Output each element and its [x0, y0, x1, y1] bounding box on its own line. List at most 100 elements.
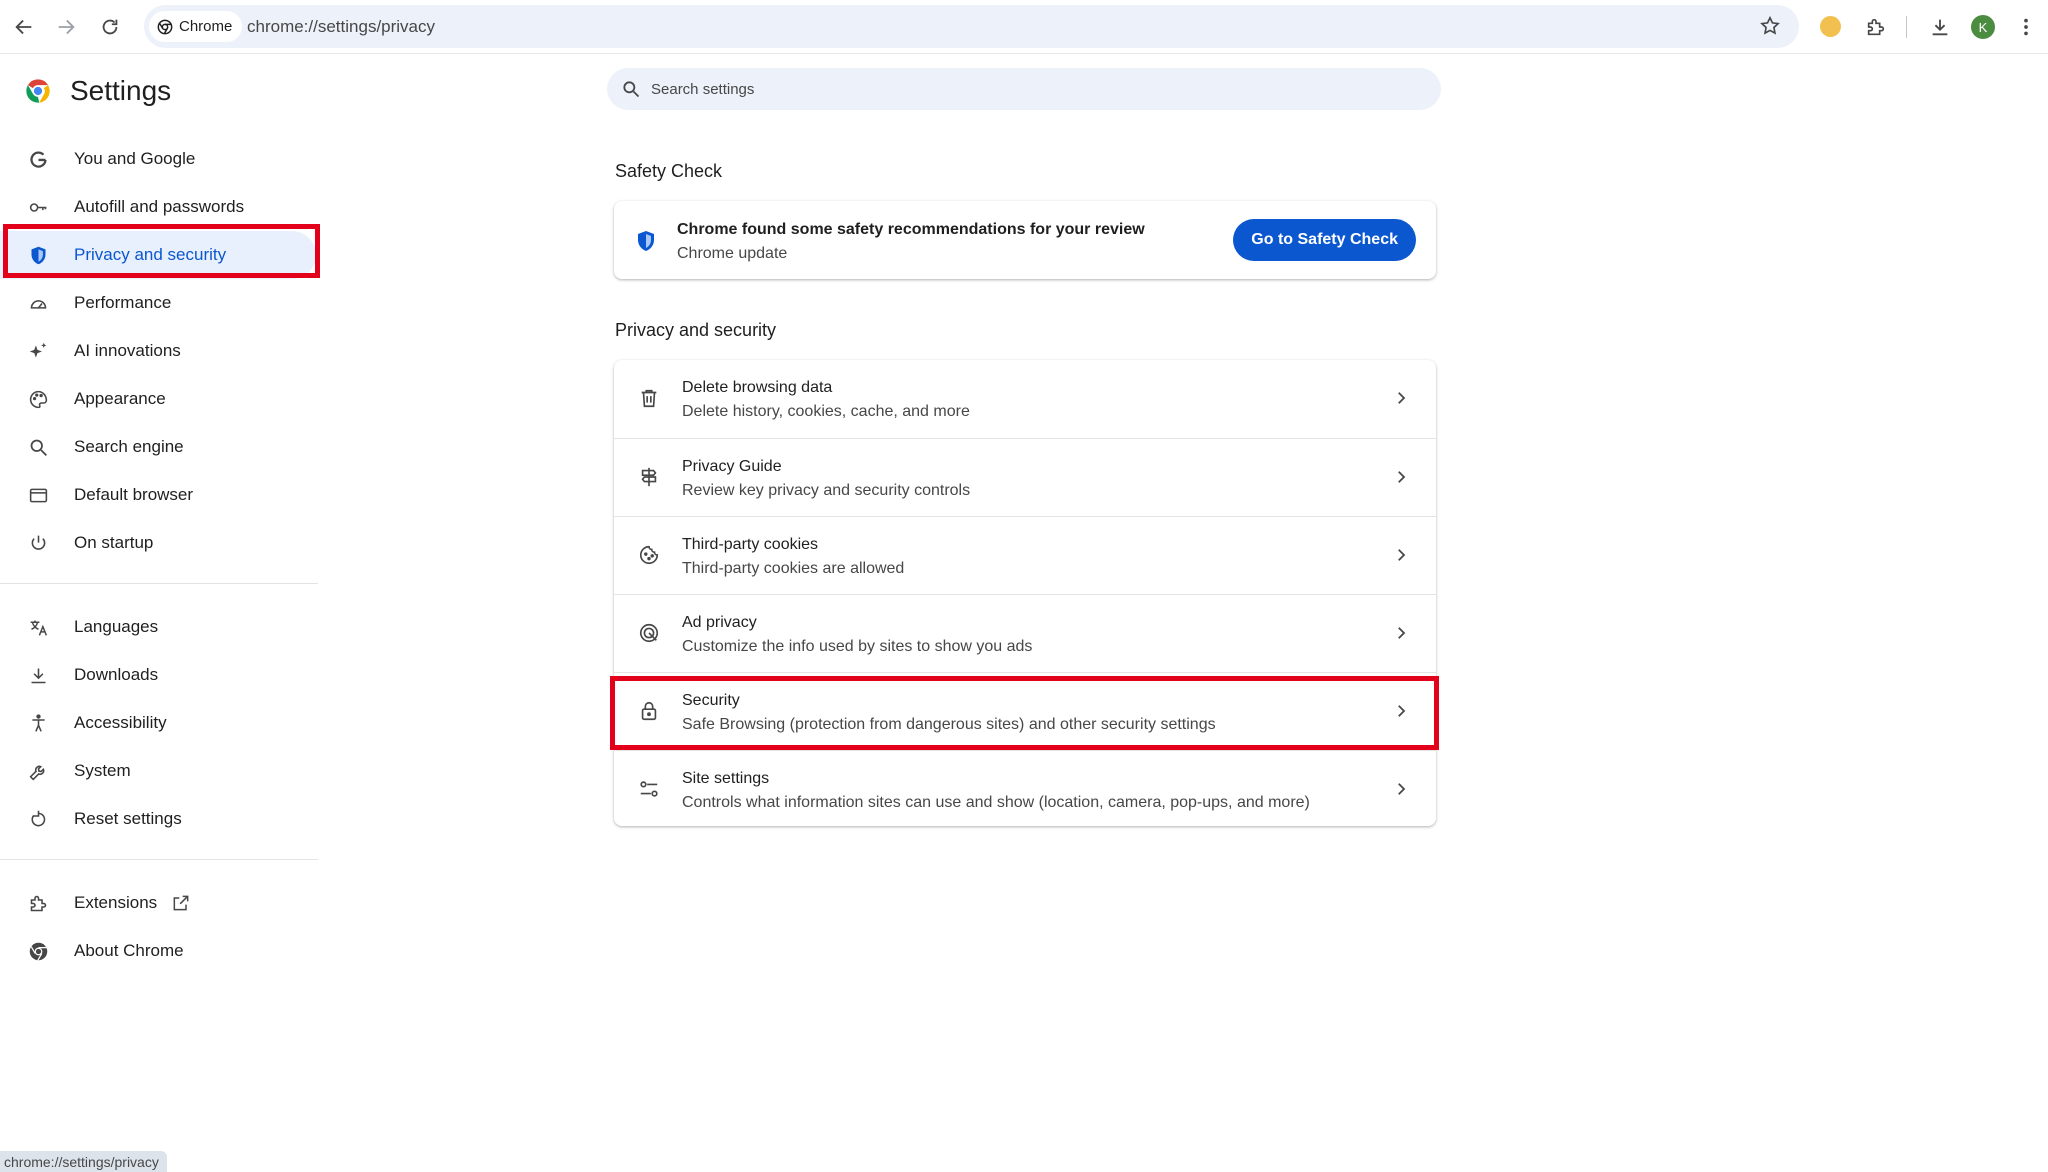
- tune-icon: [638, 778, 660, 800]
- profile-avatar[interactable]: K: [1971, 15, 1995, 39]
- sidebar-item-label: Search engine: [74, 437, 184, 456]
- safety-shield-icon: [638, 231, 654, 251]
- wrench-icon: [26, 759, 50, 783]
- sidebar-item-reset-settings[interactable]: Reset settings: [0, 795, 320, 843]
- signpost-icon: [638, 466, 660, 488]
- row-subtitle: Customize the info used by sites to show…: [682, 638, 1033, 655]
- sidebar-item-ai-innovations[interactable]: AI innovations: [0, 327, 320, 375]
- chevron-right-icon: [1398, 471, 1406, 483]
- row-third-party-cookies[interactable]: Third-party cookies Third-party cookies …: [614, 516, 1436, 594]
- reset-icon: [26, 807, 50, 831]
- row-title: Delete browsing data: [682, 379, 833, 396]
- url-text[interactable]: chrome://settings/privacy: [247, 17, 435, 37]
- sidebar-item-label: Languages: [74, 617, 159, 636]
- chevron-right-icon: [1398, 392, 1406, 404]
- extension-icon[interactable]: [1820, 16, 1841, 37]
- sidebar-item-search-engine[interactable]: Search engine: [0, 423, 320, 471]
- menu-kebab-icon[interactable]: [2012, 13, 2040, 41]
- row-title: Ad privacy: [682, 614, 757, 631]
- sidebar-item-label: Appearance: [74, 389, 166, 408]
- sidebar-divider: [0, 859, 318, 860]
- site-info-chip[interactable]: Chrome: [149, 11, 243, 42]
- reload-icon[interactable]: [96, 13, 124, 41]
- safety-check-title: Chrome found some safety recommendations…: [677, 221, 1145, 238]
- row-privacy-guide[interactable]: Privacy Guide Review key privacy and sec…: [614, 438, 1436, 516]
- chrome-logo-icon: [26, 79, 50, 103]
- status-bar-url: chrome://settings/privacy: [0, 1151, 167, 1172]
- search-icon: [623, 81, 640, 98]
- row-title: Security: [682, 692, 740, 709]
- row-security[interactable]: Security Safe Browsing (protection from …: [614, 672, 1436, 750]
- row-subtitle: Delete history, cookies, cache, and more: [682, 403, 970, 420]
- sidebar-item-autofill[interactable]: Autofill and passwords: [0, 183, 320, 231]
- privacy-security-card: Delete browsing data Delete history, coo…: [614, 360, 1436, 826]
- sidebar-item-system[interactable]: System: [0, 747, 320, 795]
- google-g-icon: [26, 147, 50, 171]
- settings-sidebar: You and Google Autofill and passwords Pr…: [0, 135, 320, 975]
- toolbar-divider: [1906, 16, 1907, 38]
- row-subtitle: Third-party cookies are allowed: [682, 560, 905, 577]
- accessibility-icon: [26, 711, 50, 735]
- row-site-settings[interactable]: Site settings Controls what information …: [614, 750, 1436, 828]
- address-bar[interactable]: Chrome chrome://settings/privacy: [144, 5, 1799, 48]
- row-ad-privacy[interactable]: Ad privacy Customize the info used by si…: [614, 594, 1436, 672]
- sidebar-item-default-browser[interactable]: Default browser: [0, 471, 320, 519]
- palette-icon: [26, 387, 50, 411]
- trash-icon: [638, 387, 660, 409]
- sidebar-item-appearance[interactable]: Appearance: [0, 375, 320, 423]
- settings-brand: Settings: [24, 75, 171, 107]
- sidebar-item-performance[interactable]: Performance: [0, 279, 320, 327]
- search-input[interactable]: [651, 80, 1411, 98]
- sidebar-item-you-and-google[interactable]: You and Google: [0, 135, 320, 183]
- sidebar-item-label: Downloads: [74, 665, 159, 684]
- sidebar-item-label: Privacy and security: [74, 245, 227, 264]
- safety-check-card: Chrome found some safety recommendations…: [614, 201, 1436, 279]
- row-subtitle: Controls what information sites can use …: [682, 794, 1310, 811]
- row-title: Third-party cookies: [682, 536, 819, 553]
- sidebar-item-label: Reset settings: [74, 809, 182, 828]
- downloads-icon[interactable]: [1926, 13, 1954, 41]
- page-title: Settings: [70, 75, 172, 106]
- sidebar-item-label: On startup: [74, 533, 154, 552]
- sidebar-item-downloads[interactable]: Downloads: [0, 651, 320, 699]
- sidebar-item-languages[interactable]: Languages: [0, 603, 320, 651]
- row-subtitle: Review key privacy and security controls: [682, 482, 971, 499]
- forward-icon[interactable]: [52, 13, 80, 41]
- chip-label: Chrome: [179, 18, 233, 35]
- sidebar-item-label: Extensions: [74, 893, 158, 912]
- back-icon[interactable]: [10, 13, 38, 41]
- search-settings-box[interactable]: [607, 68, 1441, 110]
- external-link-icon: [173, 895, 189, 911]
- sidebar-item-label: AI innovations: [74, 341, 181, 360]
- chrome-icon: [157, 19, 173, 34]
- go-to-safety-check-button[interactable]: Go to Safety Check: [1233, 219, 1416, 261]
- sidebar-item-privacy-and-security[interactable]: Privacy and security: [0, 231, 316, 279]
- chevron-right-icon: [1398, 705, 1406, 717]
- privacy-security-heading: Privacy and security: [615, 320, 777, 340]
- chrome-icon: [26, 939, 50, 963]
- sidebar-item-label: System: [74, 761, 131, 780]
- puzzle-icon: [26, 891, 50, 915]
- row-delete-browsing-data[interactable]: Delete browsing data Delete history, coo…: [614, 360, 1436, 438]
- sidebar-item-about-chrome[interactable]: About Chrome: [0, 927, 320, 975]
- lock-icon: [638, 700, 660, 722]
- sidebar-item-extensions[interactable]: Extensions: [0, 879, 320, 927]
- chevron-right-icon: [1398, 627, 1406, 639]
- sidebar-item-accessibility[interactable]: Accessibility: [0, 699, 320, 747]
- translate-icon: [26, 615, 50, 639]
- sidebar-item-on-startup[interactable]: On startup: [0, 519, 320, 567]
- row-title: Privacy Guide: [682, 458, 782, 475]
- sidebar-item-label: Default browser: [74, 485, 194, 504]
- sidebar-item-label: You and Google: [74, 149, 196, 168]
- row-subtitle: Safe Browsing (protection from dangerous…: [682, 716, 1216, 733]
- safety-check-subtitle: Chrome update: [677, 245, 788, 262]
- chevron-right-icon: [1398, 783, 1406, 795]
- extensions-puzzle-icon[interactable]: [1862, 13, 1890, 41]
- sidebar-item-label: Performance: [74, 293, 172, 312]
- bookmark-star-icon[interactable]: [1759, 15, 1781, 37]
- download-icon: [26, 663, 50, 687]
- sidebar-divider: [0, 583, 318, 584]
- chevron-right-icon: [1398, 549, 1406, 561]
- sparkle-icon: [26, 339, 50, 363]
- sidebar-item-label: Accessibility: [74, 713, 167, 732]
